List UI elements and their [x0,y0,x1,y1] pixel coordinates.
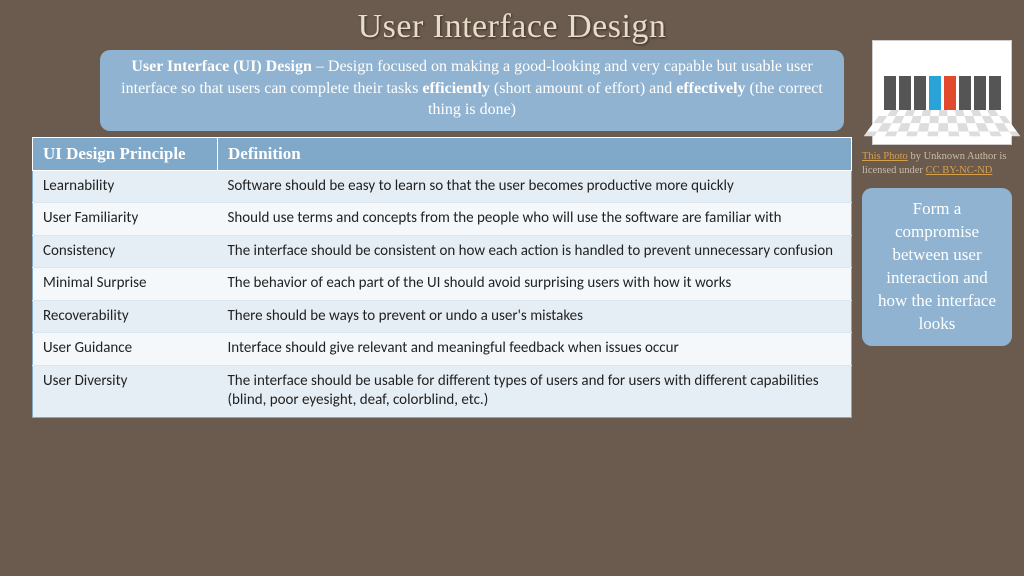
cell-principle: User Guidance [33,333,218,366]
person-icon [974,76,986,110]
cell-definition: Interface should give relevant and meani… [218,333,852,366]
col-header-principle: UI Design Principle [33,137,218,170]
image-attribution: This Photo by Unknown Author is licensed… [862,150,1012,177]
intro-eff1: efficiently [422,80,490,97]
person-icon [884,76,896,110]
principles-table: UI Design Principle Definition Learnabil… [32,137,852,418]
cell-principle: User Familiarity [33,203,218,236]
person-icon [899,76,911,110]
person-icon [989,76,1001,110]
table-row: User GuidanceInterface should give relev… [33,333,852,366]
table-row: ConsistencyThe interface should be consi… [33,235,852,268]
intro-text-2: (short amount of effort) and [490,80,676,97]
table-row: RecoverabilityThere should be ways to pr… [33,300,852,333]
cell-definition: There should be ways to prevent or undo … [218,300,852,333]
page-title: User Interface Design [0,0,1024,46]
person-icon [944,76,956,110]
attribution-link-photo[interactable]: This Photo [862,151,908,162]
cell-definition: The interface should be consistent on ho… [218,235,852,268]
col-header-definition: Definition [218,137,852,170]
cell-definition: Software should be easy to learn so that… [218,170,852,203]
cell-principle: Minimal Surprise [33,268,218,301]
cell-principle: Recoverability [33,300,218,333]
cell-principle: User Diversity [33,365,218,417]
person-icon [959,76,971,110]
side-callout: Form a compromise between user interacti… [862,188,1012,346]
decorative-image [872,40,1012,145]
table-row: User DiversityThe interface should be us… [33,365,852,417]
cell-definition: The interface should be usable for diffe… [218,365,852,417]
person-icon [914,76,926,110]
table-row: LearnabilitySoftware should be easy to l… [33,170,852,203]
cell-definition: The behavior of each part of the UI shou… [218,268,852,301]
person-icon [929,76,941,110]
intro-lead: User Interface (UI) Design [131,58,312,75]
intro-callout: User Interface (UI) Design – Design focu… [100,50,844,131]
cell-principle: Learnability [33,170,218,203]
attribution-link-license[interactable]: CC BY-NC-ND [926,165,993,176]
cell-principle: Consistency [33,235,218,268]
cell-definition: Should use terms and concepts from the p… [218,203,852,236]
intro-eff2: effectively [676,80,745,97]
table-row: User FamiliarityShould use terms and con… [33,203,852,236]
table-row: Minimal SurpriseThe behavior of each par… [33,268,852,301]
